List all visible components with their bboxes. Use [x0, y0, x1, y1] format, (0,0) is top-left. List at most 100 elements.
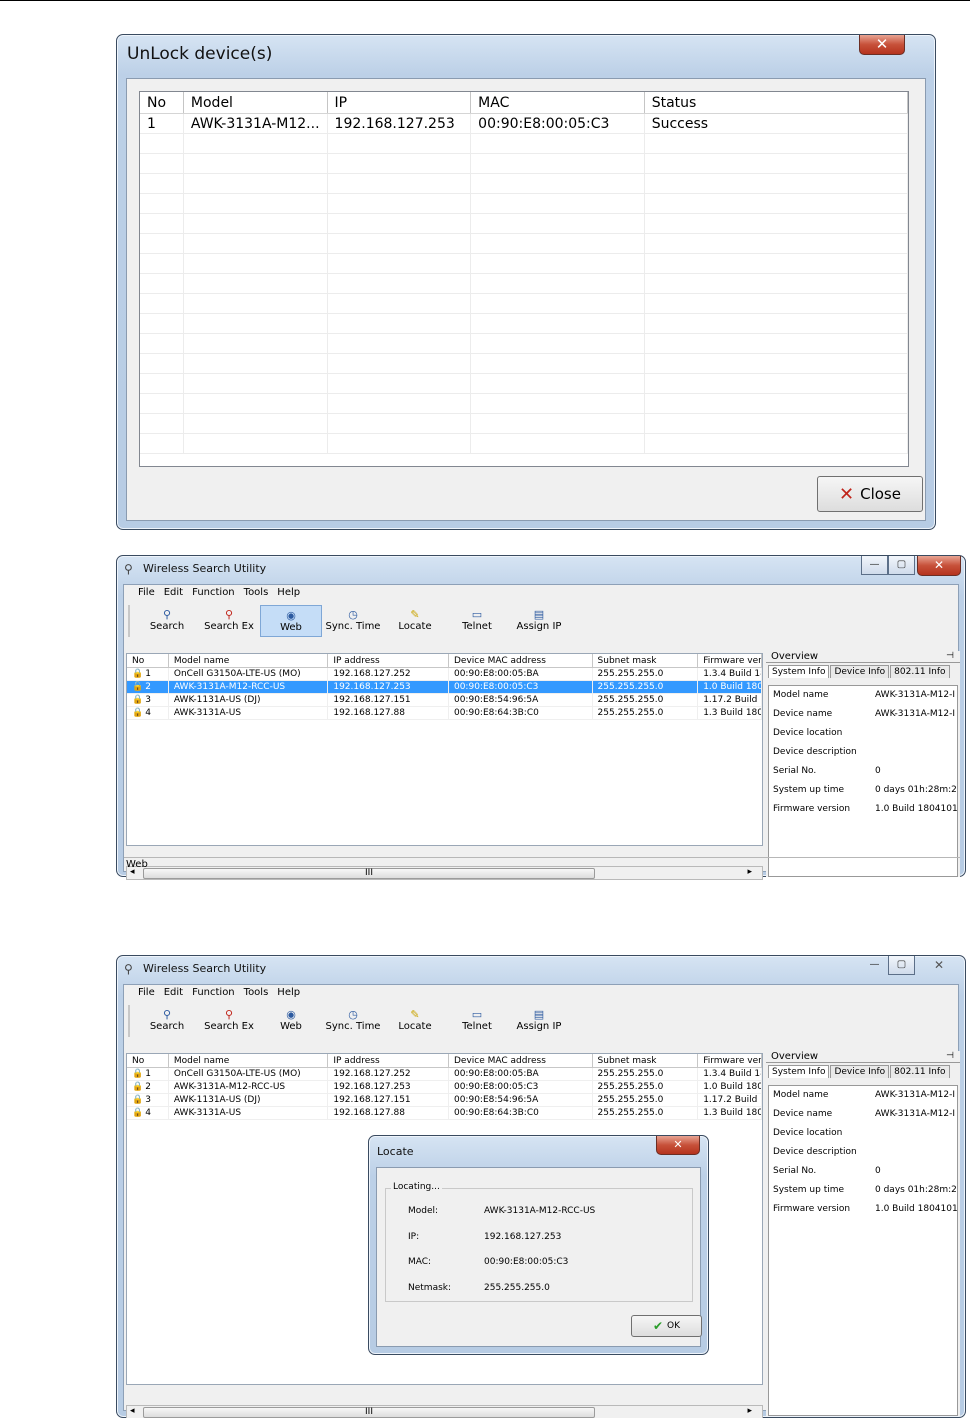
menu-file[interactable]: File	[138, 987, 155, 1003]
menu-function[interactable]: Function	[192, 987, 235, 1003]
locate-icon: ✎	[410, 608, 420, 621]
web-button[interactable]: ◉ Web	[260, 1005, 322, 1037]
cell-firmware: 1.3.4 Build 18	[698, 1068, 762, 1080]
maximize-button[interactable]: ▢	[888, 556, 915, 575]
table-row[interactable]: 🔒 1 OnCell G3150A-LTE-US (MO) 192.168.127…	[127, 1068, 762, 1081]
unlock-results-table[interactable]: No Model IP MAC Status 1 AWK-3131A-M12..…	[139, 91, 909, 467]
column-header-no[interactable]: No	[140, 92, 184, 113]
locate-button[interactable]: ✎ Locate	[384, 1005, 446, 1037]
empty-cell	[328, 314, 472, 333]
empty-cell	[328, 134, 472, 153]
sync-time-button[interactable]: ◷ Sync. Time	[322, 1005, 384, 1037]
column-header-mac-address[interactable]: Device MAC address	[449, 1054, 593, 1067]
empty-row	[140, 254, 908, 274]
menu-tools[interactable]: Tools	[244, 987, 269, 1003]
column-header-status[interactable]: Status	[645, 92, 908, 113]
tab-80211-info[interactable]: 802.11 Info	[890, 1065, 950, 1078]
maximize-button[interactable]: ▢	[888, 956, 915, 975]
row-no: 2	[145, 1082, 151, 1092]
tab-system-info[interactable]: System Info	[768, 1065, 830, 1078]
table-row[interactable]: 🔒 4 AWK-3131A-US 192.168.127.88 00:90:E8:…	[127, 707, 762, 720]
info-row: Model name AWK-3131A-M12-I	[769, 1086, 957, 1105]
overview-tabs: System Info Device Info 802.11 Info	[766, 665, 960, 678]
column-header-firmware[interactable]: Firmware ver	[698, 1054, 762, 1067]
tab-device-info[interactable]: Device Info	[830, 1065, 890, 1078]
column-header-no[interactable]: No	[127, 1054, 169, 1067]
empty-cell	[645, 414, 908, 433]
window-close-button[interactable]: ✕	[917, 956, 961, 976]
info-row: Device name AWK-3131A-M12-I	[769, 1105, 957, 1124]
column-header-firmware[interactable]: Firmware ver	[698, 654, 762, 667]
table-row[interactable]: 🔒 4 AWK-3131A-US 192.168.127.88 00:90:E8:…	[127, 1107, 762, 1120]
assign-ip-button[interactable]: ▤ Assign IP	[508, 1005, 570, 1037]
scroll-right-arrow-icon[interactable]: ▸	[747, 1406, 752, 1416]
telnet-button[interactable]: ▭ Telnet	[446, 605, 508, 637]
tab-80211-info[interactable]: 802.11 Info	[890, 665, 950, 678]
table-row[interactable]: 1 AWK-3131A-M12... 192.168.127.253 00:90…	[140, 114, 908, 134]
close-button[interactable]: ✕ Close	[817, 476, 923, 512]
web-button[interactable]: ◉ Web	[260, 605, 322, 637]
menu-help[interactable]: Help	[277, 987, 300, 1003]
sync-time-button[interactable]: ◷ Sync. Time	[322, 605, 384, 637]
column-header-model-name[interactable]: Model name	[169, 654, 329, 667]
empty-row	[140, 174, 908, 194]
column-header-subnet-mask[interactable]: Subnet mask	[593, 1054, 699, 1067]
tab-device-info[interactable]: Device Info	[830, 665, 890, 678]
assign-ip-button[interactable]: ▤ Assign IP	[508, 605, 570, 637]
horizontal-scrollbar[interactable]: ◂ III ▸	[126, 1405, 763, 1418]
menu-tools[interactable]: Tools	[244, 587, 269, 603]
column-header-ip[interactable]: IP	[328, 92, 472, 113]
pin-icon[interactable]: ⊣	[946, 651, 954, 661]
minimize-button[interactable]: —	[861, 956, 888, 975]
row-no: 3	[145, 695, 151, 705]
search-button[interactable]: ⚲ Search	[136, 605, 198, 637]
tab-system-info[interactable]: System Info	[768, 665, 830, 678]
locate-button[interactable]: ✎ Locate	[384, 605, 446, 637]
table-header: No Model IP MAC Status	[140, 92, 908, 114]
overview-title-text: Overview	[771, 1051, 819, 1062]
field-label: IP:	[408, 1232, 420, 1242]
checkmark-icon: ✔	[652, 1319, 664, 1333]
window-close-button[interactable]: ✕	[859, 35, 905, 55]
menu-function[interactable]: Function	[192, 587, 235, 603]
info-key: Model name	[773, 690, 829, 700]
pin-icon[interactable]: ⊣	[946, 1051, 954, 1061]
column-header-mac[interactable]: MAC	[471, 92, 645, 113]
column-header-model[interactable]: Model	[184, 92, 328, 113]
column-header-subnet-mask[interactable]: Subnet mask	[593, 654, 699, 667]
menu-file[interactable]: File	[138, 587, 155, 603]
menu-edit[interactable]: Edit	[164, 587, 183, 603]
search-button[interactable]: ⚲ Search	[136, 1005, 198, 1037]
device-list[interactable]: No Model name IP address Device MAC addr…	[126, 653, 763, 846]
search-ex-button[interactable]: ⚲ Search Ex	[198, 605, 260, 637]
scroll-left-arrow-icon[interactable]: ◂	[130, 1406, 135, 1416]
minimize-button[interactable]: —	[861, 556, 888, 575]
ok-button[interactable]: ✔ OK	[631, 1315, 702, 1337]
column-header-model-name[interactable]: Model name	[169, 1054, 329, 1067]
cell-no: 1	[140, 114, 184, 133]
empty-cell	[184, 414, 328, 433]
column-header-mac-address[interactable]: Device MAC address	[449, 654, 593, 667]
menu-edit[interactable]: Edit	[164, 987, 183, 1003]
table-row[interactable]: 🔒 3 AWK-1131A-US (DJ) 192.168.127.151 00:…	[127, 694, 762, 707]
column-header-ip-address[interactable]: IP address	[328, 1054, 449, 1067]
empty-cell	[184, 194, 328, 213]
web-label: Web	[280, 1021, 302, 1032]
menu-help[interactable]: Help	[277, 587, 300, 603]
search-ex-button[interactable]: ⚲ Search Ex	[198, 1005, 260, 1037]
column-header-ip-address[interactable]: IP address	[328, 654, 449, 667]
window-close-button[interactable]: ✕	[917, 556, 961, 576]
empty-row	[140, 234, 908, 254]
field-value: 255.255.255.0	[484, 1283, 550, 1293]
info-value: AWK-3131A-M12-I	[875, 690, 955, 700]
empty-cell	[328, 374, 472, 393]
telnet-button[interactable]: ▭ Telnet	[446, 1005, 508, 1037]
column-header-no[interactable]: No	[127, 654, 169, 667]
table-row[interactable]: 🔒 3 AWK-1131A-US (DJ) 192.168.127.151 00:…	[127, 1094, 762, 1107]
table-row[interactable]: 🔒 2 AWK-3131A-M12-RCC-US 192.168.127.253 …	[127, 1081, 762, 1094]
table-row[interactable]: 🔒 1 OnCell G3150A-LTE-US (MO) 192.168.127…	[127, 668, 762, 681]
info-value: 1.0 Build 18041016	[875, 1204, 958, 1214]
scroll-thumb[interactable]: III	[143, 1407, 595, 1418]
window-close-button[interactable]: ✕	[656, 1136, 700, 1155]
table-row-selected[interactable]: 🔓 2 AWK-3131A-M12-RCC-US 192.168.127.253 …	[127, 681, 762, 694]
